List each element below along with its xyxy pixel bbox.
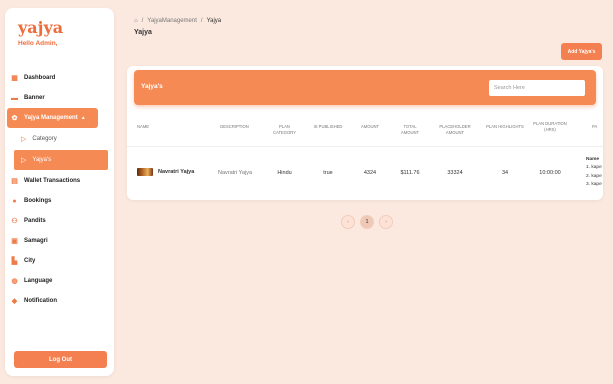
sidebar-item-dashboard[interactable]: ▦ Dashboard <box>5 68 114 88</box>
chevron-up-icon: ▲ <box>80 115 86 121</box>
cell-placeholder-amount: 33324 <box>447 170 463 176</box>
city-icon: ▙ <box>11 258 18 265</box>
pa-item: 2. kape <box>586 173 602 179</box>
home-icon[interactable]: ⌂ <box>134 18 138 24</box>
sidebar-item-bookings[interactable]: ● Bookings <box>5 191 114 211</box>
cell-plan-highlights: 34 <box>501 170 509 176</box>
sidebar-item-label: Pandits <box>24 218 46 224</box>
table-header-bar: Yajya's <box>134 70 596 105</box>
cell-plan-category: Hindu <box>277 170 292 176</box>
pa-item: 3. kape <box>586 182 602 188</box>
sidebar-subitem-label: Yajya's <box>32 157 52 163</box>
column-header-pa: PA <box>592 124 598 129</box>
dashboard-icon: ▦ <box>11 75 18 82</box>
language-icon: ◍ <box>11 278 18 285</box>
sidebar-subitem-label: Category <box>32 136 57 142</box>
sidebar-item-language[interactable]: ◍ Language <box>5 271 114 291</box>
column-header-is-published: IS PUBLISHED <box>313 124 343 129</box>
sidebar-item-pandits[interactable]: ⚇ Pandits <box>5 211 114 231</box>
breadcrumb-parent[interactable]: YajyaManagement <box>147 18 197 24</box>
page-title: Yajya <box>134 29 152 36</box>
sidebar-item-label: Wallet Transactions <box>24 178 81 184</box>
breadcrumb-current: Yajya <box>206 18 222 24</box>
breadcrumb-separator: / <box>200 18 203 24</box>
cell-description: Navratri Yajya <box>217 170 253 176</box>
cell-total-amount: $111.76 <box>400 170 420 176</box>
sidebar-item-label: Dashboard <box>24 75 56 81</box>
tag-icon: ▷ <box>21 136 27 143</box>
sidebar-item-banner[interactable]: ▬ Banner <box>5 88 114 108</box>
pagination: ‹ 1 › <box>341 215 393 229</box>
sidebar-item-label: Yajya Management <box>24 115 78 121</box>
sidebar-item-label: Notification <box>24 298 57 304</box>
column-header-name: NAME <box>137 124 150 129</box>
logout-button[interactable]: Log Out <box>14 351 107 368</box>
sidebar-item-samagri[interactable]: ▣ Samagri <box>5 231 114 251</box>
yajya-thumbnail <box>137 168 153 176</box>
sidebar-item-notification[interactable]: ◆ Notification <box>5 291 114 311</box>
table-divider <box>127 146 603 147</box>
banner-icon: ▬ <box>11 94 18 102</box>
sidebar-item-wallet-transactions[interactable]: ▤ Wallet Transactions <box>5 171 114 191</box>
column-header-plan-duration: PLAN DURATION (HRS) <box>533 121 567 132</box>
prev-page-button[interactable]: ‹ <box>341 215 355 229</box>
sidebar-item-city[interactable]: ▙ City <box>5 251 114 271</box>
sidebar-nav: ▦ Dashboard ▬ Banner ✿ Yajya Management … <box>5 68 114 311</box>
page-1-button[interactable]: 1 <box>360 215 374 229</box>
samagri-icon: ▣ <box>11 238 18 245</box>
sidebar-item-label: City <box>24 258 36 264</box>
sidebar-item-yajya-management[interactable]: ✿ Yajya Management ▲ <box>7 108 98 128</box>
column-header-plan-highlights: PLAN HIGHLIGHTS <box>486 124 524 129</box>
wallet-icon: ▤ <box>11 178 18 185</box>
table-title: Yajya's <box>141 83 163 90</box>
add-yajya-button[interactable]: Add Yajya's <box>561 43 602 60</box>
cell-is-published: true <box>323 170 333 176</box>
yajya-table-card: Yajya's NAME DESCRIPTION PLAN CATEGORY I… <box>127 66 603 200</box>
sidebar: yajya Hello Admin, ▦ Dashboard ▬ Banner … <box>5 8 114 376</box>
notification-icon: ◆ <box>11 298 18 305</box>
pandits-icon: ⚇ <box>11 218 18 225</box>
cell-name: Navratri Yajya <box>158 169 195 175</box>
cell-pa: Name 1. kape 2. kape 3. kape <box>586 156 602 190</box>
breadcrumb-separator: / <box>141 18 144 24</box>
column-header-description: DESCRIPTION <box>220 124 249 129</box>
pa-title: Name <box>586 157 600 162</box>
cell-plan-duration: 10:00:00 <box>539 170 561 176</box>
sidebar-item-label: Language <box>24 278 53 284</box>
sidebar-subitem-yajyas[interactable]: ▷ Yajya's <box>14 150 108 170</box>
bookings-icon: ● <box>12 197 17 205</box>
column-header-plan-category: PLAN CATEGORY <box>272 124 297 135</box>
column-header-amount: AMOUNT <box>360 124 380 129</box>
yajya-icon: ✿ <box>11 115 18 122</box>
greeting: Hello Admin, <box>18 40 58 47</box>
column-header-total-amount: TOTAL AMOUNT <box>400 124 420 135</box>
sidebar-item-label: Bookings <box>24 198 52 204</box>
search-input[interactable] <box>489 80 585 96</box>
tag-icon: ▷ <box>21 157 27 164</box>
sidebar-item-label: Banner <box>24 95 45 101</box>
sidebar-item-label: Samagri <box>24 238 48 244</box>
cell-amount: 4324 <box>363 170 377 176</box>
sidebar-subitem-category[interactable]: ▷ Category <box>14 129 108 149</box>
pa-item: 1. kape <box>586 165 602 171</box>
column-header-placeholder-amount: PLACEHOLDER AMOUNT <box>439 124 471 135</box>
next-page-button[interactable]: › <box>379 215 393 229</box>
breadcrumb: ⌂ / YajyaManagement / Yajya <box>134 18 221 24</box>
brand-logo: yajya <box>18 18 64 37</box>
